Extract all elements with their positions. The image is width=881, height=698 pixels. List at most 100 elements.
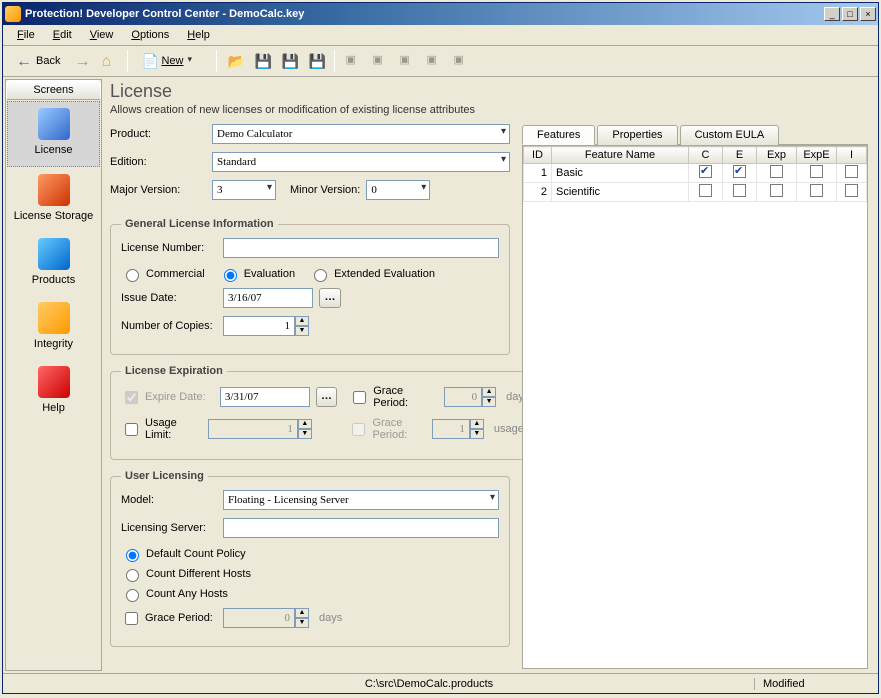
cell-i[interactable]: [837, 164, 867, 183]
sidebar-item-help[interactable]: Help: [6, 360, 101, 424]
cell-exp[interactable]: [757, 164, 797, 183]
license-number-input[interactable]: [223, 238, 499, 258]
checkbox-icon[interactable]: [699, 165, 712, 178]
issue-date-input[interactable]: [223, 288, 313, 308]
save-all-button[interactable]: [304, 49, 328, 73]
col-id[interactable]: ID: [524, 147, 552, 164]
col-expe[interactable]: ExpE: [797, 147, 837, 164]
save-button[interactable]: [250, 49, 274, 73]
license-number-label: License Number:: [121, 242, 217, 254]
model-select[interactable]: Floating - Licensing Server: [223, 490, 499, 510]
radio-default-policy[interactable]: Default Count Policy: [121, 546, 246, 562]
spin-up[interactable]: ▲: [482, 387, 496, 397]
copies-input[interactable]: [223, 316, 295, 336]
col-c[interactable]: C: [689, 147, 723, 164]
new-doc-icon: [141, 53, 157, 69]
table-row[interactable]: 2Scientific: [524, 183, 867, 202]
product-select[interactable]: Demo Calculator: [212, 124, 510, 144]
menubar: File Edit View Options Help: [3, 25, 878, 46]
expire-date-input[interactable]: [220, 387, 310, 407]
usage-limit-spinner[interactable]: ▲▼: [208, 419, 312, 439]
expire-date-picker-button[interactable]: …: [316, 387, 337, 407]
cell-e[interactable]: [723, 183, 757, 202]
checkbox-icon[interactable]: [845, 165, 858, 178]
usage-limit-checkbox[interactable]: Usage Limit:: [121, 417, 202, 441]
menu-file[interactable]: File: [9, 27, 43, 43]
tab-features[interactable]: Features: [522, 125, 595, 145]
help-icon: [38, 366, 70, 398]
grace-period-checkbox[interactable]: Grace Period:: [121, 609, 217, 628]
cell-c[interactable]: [689, 183, 723, 202]
menu-view[interactable]: View: [82, 27, 122, 43]
checkbox-icon[interactable]: [770, 165, 783, 178]
new-button[interactable]: New: [134, 49, 210, 73]
table-row[interactable]: 1Basic: [524, 164, 867, 183]
spin-up[interactable]: ▲: [298, 419, 312, 429]
cell-exp[interactable]: [757, 183, 797, 202]
radio-extended[interactable]: Extended Evaluation: [309, 266, 435, 282]
expire-date-checkbox[interactable]: Expire Date:: [121, 388, 214, 407]
licensing-server-input[interactable]: [223, 518, 499, 538]
spin-down[interactable]: ▼: [295, 326, 309, 336]
minimize-button[interactable]: _: [824, 7, 840, 21]
cell-c[interactable]: [689, 164, 723, 183]
spin-down[interactable]: ▼: [482, 397, 496, 407]
sidebar-item-storage[interactable]: License Storage: [6, 168, 101, 232]
checkbox-icon[interactable]: [810, 165, 823, 178]
home-button[interactable]: [97, 49, 121, 73]
user-grace-spinner[interactable]: ▲▼: [223, 608, 309, 628]
edition-select[interactable]: Standard: [212, 152, 510, 172]
tool-a-button: ▣: [341, 49, 365, 73]
radio-commercial[interactable]: Commercial: [121, 266, 205, 282]
checkbox-icon[interactable]: [845, 184, 858, 197]
page-title: License: [110, 81, 868, 102]
col-i[interactable]: I: [837, 147, 867, 164]
grace-days-spinner[interactable]: ▲▼: [444, 387, 496, 407]
issue-date-picker-button[interactable]: …: [319, 288, 341, 308]
open-button[interactable]: [223, 49, 247, 73]
checkbox-icon[interactable]: [770, 184, 783, 197]
checkbox-icon[interactable]: [733, 184, 746, 197]
menu-options[interactable]: Options: [123, 27, 177, 43]
close-button[interactable]: ×: [860, 7, 876, 21]
grace-period-days-checkbox[interactable]: Grace Period:: [349, 385, 438, 409]
expiration-legend: License Expiration: [121, 365, 227, 377]
minor-version-select[interactable]: 0: [366, 180, 430, 200]
radio-any-hosts[interactable]: Count Any Hosts: [121, 586, 228, 602]
user-grace-input[interactable]: [223, 608, 295, 628]
cell-e[interactable]: [723, 164, 757, 183]
grace-days-input[interactable]: [444, 387, 482, 407]
checkbox-icon[interactable]: [810, 184, 823, 197]
spin-up[interactable]: ▲: [295, 316, 309, 326]
page-subtitle: Allows creation of new licenses or modif…: [110, 104, 868, 116]
save-as-button[interactable]: [277, 49, 301, 73]
checkbox-icon[interactable]: [733, 165, 746, 178]
copies-spinner[interactable]: ▲▼: [223, 316, 309, 336]
usage-limit-input[interactable]: [208, 419, 298, 439]
tool-d-button: ▣: [422, 49, 446, 73]
menu-help[interactable]: Help: [179, 27, 218, 43]
col-exp[interactable]: Exp: [757, 147, 797, 164]
cell-expe[interactable]: [797, 164, 837, 183]
forward-button[interactable]: [70, 49, 94, 73]
back-button[interactable]: Back: [9, 49, 67, 73]
spin-down[interactable]: ▼: [298, 429, 312, 439]
radio-evaluation[interactable]: Evaluation: [219, 266, 295, 282]
col-e[interactable]: E: [723, 147, 757, 164]
maximize-button[interactable]: □: [842, 7, 858, 21]
spin-down[interactable]: ▼: [295, 618, 309, 628]
tab-properties[interactable]: Properties: [597, 125, 677, 145]
sidebar-item-label: Help: [8, 402, 99, 414]
sidebar-item-products[interactable]: Products: [6, 232, 101, 296]
major-version-select[interactable]: 3: [212, 180, 276, 200]
sidebar-item-license[interactable]: License: [7, 101, 100, 167]
tab-eula[interactable]: Custom EULA: [680, 125, 780, 145]
cell-i[interactable]: [837, 183, 867, 202]
cell-expe[interactable]: [797, 183, 837, 202]
col-name[interactable]: Feature Name: [552, 147, 689, 164]
sidebar-item-integrity[interactable]: Integrity: [6, 296, 101, 360]
checkbox-icon[interactable]: [699, 184, 712, 197]
radio-diff-hosts[interactable]: Count Different Hosts: [121, 566, 251, 582]
spin-up[interactable]: ▲: [295, 608, 309, 618]
menu-edit[interactable]: Edit: [45, 27, 80, 43]
